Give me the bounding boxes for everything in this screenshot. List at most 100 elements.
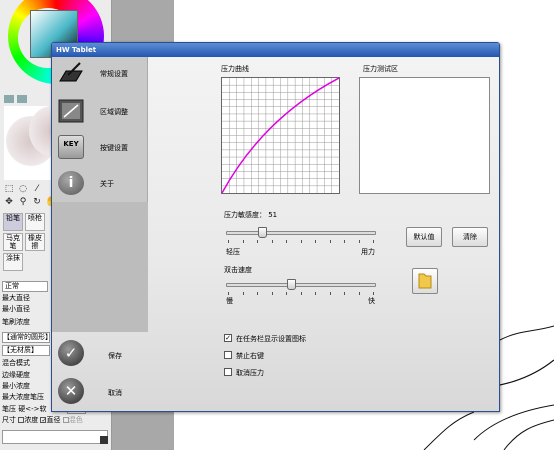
density-checkbox-label: 浓度: [24, 416, 39, 424]
sensitivity-slider-thumb[interactable]: [258, 227, 267, 238]
key-icon: KEY: [58, 135, 84, 159]
folder-icon: [418, 273, 432, 289]
cancel-label: 取消: [108, 389, 122, 397]
tool-marker[interactable]: 马克笔: [3, 233, 23, 251]
tool-smudge[interactable]: 涂抹: [3, 253, 23, 271]
nav-area-adjust[interactable]: 区域调整: [52, 95, 148, 130]
tool-pencil[interactable]: 铅笔: [3, 213, 23, 231]
double-click-ticks: [228, 292, 374, 296]
info-icon-text: i: [68, 175, 74, 191]
double-click-slider-thumb[interactable]: [287, 279, 296, 290]
nav-about-label: 关于: [100, 180, 114, 188]
tool-airbrush-label: 喷枪: [28, 214, 42, 222]
nav-next-icon[interactable]: [17, 95, 27, 103]
nav-general-label: 常规设置: [100, 70, 128, 78]
slider-tick: [315, 292, 316, 295]
clear-button-label: 清除: [463, 233, 477, 241]
tool-eraser[interactable]: 橡皮擦: [25, 233, 45, 251]
key-icon-text: KEY: [63, 140, 79, 148]
check-icon: ✓: [58, 340, 84, 366]
cancel-pressure-checkbox[interactable]: [224, 368, 232, 376]
slider-tick: [344, 240, 345, 243]
lasso-icon[interactable]: ◌: [18, 184, 28, 194]
slider-tick: [242, 240, 244, 243]
sensitivity-slider[interactable]: [226, 231, 376, 235]
slider-tick: [271, 292, 273, 295]
move-icon[interactable]: ✥: [4, 197, 14, 207]
size-marker: [100, 436, 108, 444]
nav-key-settings[interactable]: KEY 按键设置: [52, 131, 148, 166]
tablet-settings-dialog: HW Tablet 常规设置 区域调整 KEY 按键设置 i 关于 ✓ 保存 ✕…: [51, 42, 500, 412]
slider-tick: [257, 292, 258, 295]
settings-nav: 常规设置 区域调整 KEY 按键设置 i 关于: [52, 57, 148, 332]
blend-checkbox-label: 混色: [68, 416, 83, 424]
save-button[interactable]: ✓ 保存: [52, 338, 148, 368]
slider-tick: [257, 240, 258, 243]
pressure-curve-svg[interactable]: [221, 77, 340, 194]
blend-mode-select[interactable]: 正常: [2, 281, 48, 292]
slider-tick: [329, 240, 331, 243]
slider-tick: [271, 240, 273, 243]
nav-spacer: [52, 202, 148, 332]
slider-tick: [358, 292, 360, 295]
tool-smudge-label: 涂抹: [6, 254, 20, 262]
pressure-options-row: 尺寸 浓度 ✓直径 混色: [2, 416, 83, 425]
pressure-test-label: 压力测试区: [363, 65, 398, 73]
min-density-label: 最小浓度: [2, 382, 30, 390]
nav-key-label: 按键设置: [100, 144, 128, 152]
area-adjust-icon: [58, 99, 84, 123]
density-label: 笔刷浓度: [2, 318, 30, 326]
rotate-icon[interactable]: ↻: [32, 197, 42, 207]
tool-eraser-label: 橡皮擦: [28, 234, 42, 250]
pressure-label: 笔压: [2, 405, 16, 413]
pressure-curve-graph[interactable]: [221, 77, 340, 194]
dialog-titlebar[interactable]: HW Tablet: [52, 43, 499, 57]
double-click-slider[interactable]: [226, 283, 376, 287]
slider-tick: [344, 292, 345, 295]
clear-button[interactable]: 清除: [452, 227, 488, 247]
slider-tick: [228, 240, 229, 243]
light-label: 轻压: [226, 248, 240, 256]
show-tray-icon-label: 在任务栏显示设置图标: [236, 335, 306, 343]
slider-tick: [286, 292, 287, 295]
sensitivity-ticks: [228, 240, 374, 244]
slider-tick: [329, 292, 331, 295]
cancel-button[interactable]: ✕ 取消: [52, 376, 148, 406]
wand-icon[interactable]: ⁄: [32, 184, 42, 194]
max-size-label: 最大直径: [2, 294, 30, 302]
close-icon: ✕: [58, 378, 84, 404]
nav-area-label: 区域调整: [100, 108, 128, 116]
pressure-test-area[interactable]: [359, 77, 490, 194]
dialog-title: HW Tablet: [56, 46, 97, 54]
tool-marker-label: 马克笔: [6, 234, 20, 250]
sensitivity-label: 压力敏感度： 51: [224, 211, 278, 219]
brush-texture-select[interactable]: 【无材质】: [2, 345, 50, 356]
blend-label: 混合模式: [2, 359, 30, 367]
disable-right-click-checkbox[interactable]: [224, 351, 232, 359]
default-button-label: 默认值: [413, 233, 435, 241]
nav-prev-icon[interactable]: [4, 95, 14, 103]
info-icon: i: [58, 171, 84, 195]
heavy-label: 用力: [361, 248, 375, 256]
brush-shape-select[interactable]: 【通常的圆形】: [2, 332, 52, 343]
tool-pencil-label: 铅笔: [6, 214, 20, 222]
save-label: 保存: [108, 352, 122, 360]
cancel-pressure-label: 取消压力: [236, 369, 264, 377]
brush-size-strip[interactable]: [2, 430, 108, 444]
show-tray-icon-checkbox[interactable]: ✓: [224, 334, 232, 342]
pressure-curve-label: 压力曲线: [221, 65, 249, 73]
tool-airbrush[interactable]: 喷枪: [25, 213, 45, 231]
zoom-icon[interactable]: ⚲: [18, 197, 28, 207]
folder-button[interactable]: [412, 268, 438, 294]
size-label: 尺寸: [2, 416, 16, 424]
tablet-pen-icon: [59, 62, 83, 82]
blend-mode-value: 正常: [5, 282, 19, 290]
slider-tick: [300, 240, 302, 243]
double-click-label: 双击速度: [224, 266, 252, 274]
default-button[interactable]: 默认值: [406, 227, 442, 247]
slider-tick: [242, 292, 244, 295]
disable-right-click-label: 禁止右键: [236, 352, 264, 360]
nav-general-settings[interactable]: 常规设置: [52, 57, 148, 92]
nav-about[interactable]: i 关于: [52, 167, 148, 202]
select-rect-icon[interactable]: ⬚: [4, 184, 14, 194]
